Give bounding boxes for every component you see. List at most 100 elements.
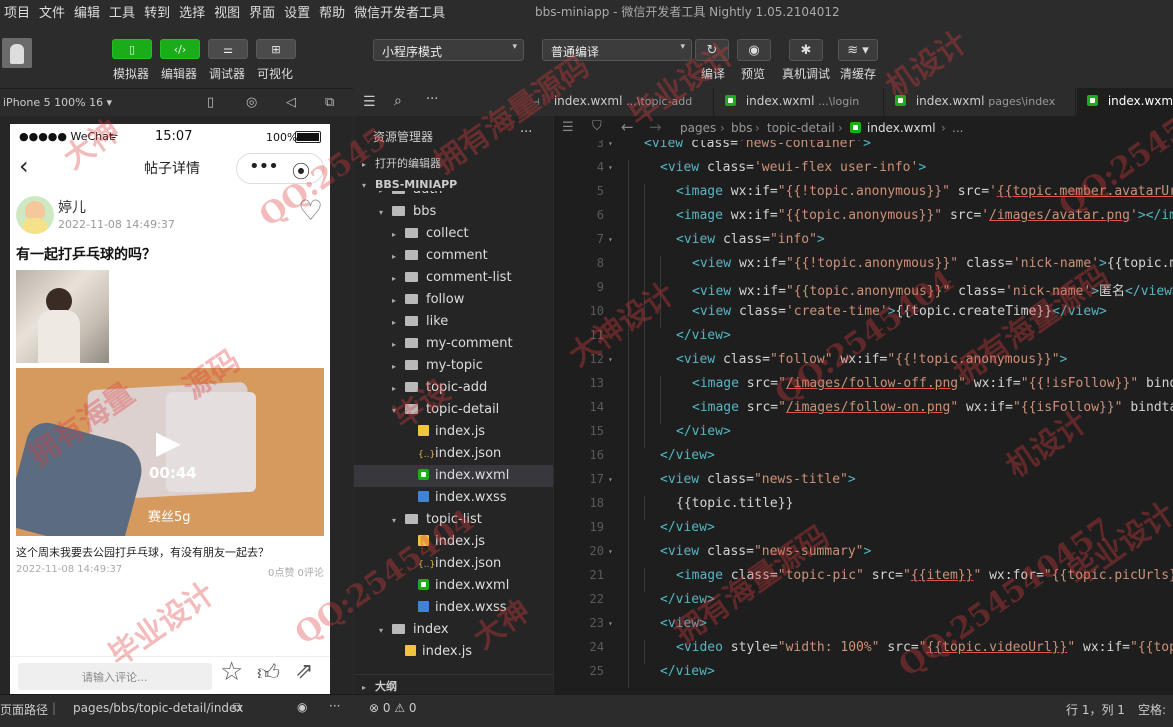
search-icon[interactable]: ⌕ <box>394 93 402 109</box>
forward-arrow-icon[interactable]: → <box>649 118 662 136</box>
code-area[interactable]: 3 ▾ <view class='news-container'> 4 ▾ <view c… <box>554 140 1173 694</box>
post-image[interactable] <box>16 270 109 363</box>
code-line[interactable]: <video style="width: 100%" src="{{topic.… <box>676 640 1173 655</box>
file-tree-item[interactable]: ▸ comment <box>354 245 553 267</box>
code-line[interactable]: </view> <box>676 328 731 343</box>
more-icon[interactable]: ··· <box>329 699 340 713</box>
code-line[interactable]: </view> <box>660 448 715 463</box>
more-icon[interactable]: ··· <box>426 92 438 107</box>
indent-setting[interactable]: 空格: <box>1138 701 1166 718</box>
device-select[interactable]: iPhone 5 100% 16 ▾ <box>3 96 112 109</box>
file-tree-item[interactable]: ▸ comment-list <box>354 267 553 289</box>
code-line[interactable]: <view class="news-title"> <box>660 472 856 487</box>
breadcrumb-file[interactable]: index.wxml <box>850 121 936 135</box>
close-mini-icon[interactable]: ⦿ <box>292 158 310 184</box>
debugger-button[interactable]: ⚌ <box>208 39 248 59</box>
code-line[interactable]: <view class="news-summary"> <box>660 544 871 559</box>
menu-tools[interactable]: 工具 <box>105 2 140 21</box>
eye-icon[interactable]: ◉ <box>297 700 307 714</box>
outline-section[interactable]: ▸ 大纲 <box>354 674 553 694</box>
list-icon[interactable]: ☰ <box>363 94 376 110</box>
code-line[interactable]: <view class='weui-flex user-info'> <box>660 160 926 175</box>
breadcrumb-topic-detail[interactable]: topic-detail <box>767 121 835 135</box>
code-line[interactable]: <image src="/images/follow-on.png" wx:if… <box>692 400 1173 415</box>
menu-goto[interactable]: 转到 <box>140 2 175 21</box>
menu-select[interactable]: 选择 <box>175 2 210 21</box>
problems-count[interactable]: ⊗ 0 ⚠ 0 <box>369 701 417 715</box>
code-line[interactable]: {{topic.title}} <box>676 496 793 511</box>
preview-button[interactable]: ◉ <box>737 39 771 61</box>
volume-icon[interactable]: ◁ <box>286 95 296 110</box>
file-tree-item[interactable]: {..}index.json <box>354 553 553 575</box>
file-tree-item[interactable]: ▸ follow <box>354 289 553 311</box>
code-line[interactable]: <view wx:if="{{!topic.anonymous}}" class… <box>692 256 1173 271</box>
file-tree-item[interactable]: ▾ topic-list <box>354 509 553 531</box>
code-line[interactable]: <image wx:if="{{topic.anonymous}}" src='… <box>676 208 1173 223</box>
file-tree-item[interactable]: ▸auth <box>354 191 553 201</box>
file-tree-item[interactable]: ▸ my-comment <box>354 333 553 355</box>
explorer-more-icon[interactable]: ··· <box>520 125 532 140</box>
back-icon[interactable]: ‹ <box>19 152 29 180</box>
code-line[interactable]: <image class="topic-pic" src="{{item}}" … <box>676 568 1173 583</box>
code-line[interactable]: <view wx:if="{{topic.anonymous}}" class=… <box>692 280 1173 299</box>
tab-pages-index[interactable]: index.wxml pages\index <box>885 88 1076 116</box>
copy-icon[interactable]: ⧉ <box>233 700 242 715</box>
tab-topic-detail[interactable]: index.wxml <box>1077 88 1173 116</box>
page-path[interactable]: pages/bbs/topic-detail/index <box>73 701 243 715</box>
file-tree-item[interactable]: index.wxml <box>354 465 553 487</box>
menu-wechat-devtools[interactable]: 微信开发者工具 <box>350 2 450 21</box>
code-line[interactable]: <image src="/images/follow-off.png" wx:i… <box>692 376 1173 391</box>
fold-chevron-icon[interactable]: ▾ <box>608 547 613 556</box>
file-tree-item[interactable]: ▸ collect <box>354 223 553 245</box>
list-icon[interactable]: ☰ <box>562 120 574 135</box>
back-arrow-icon[interactable]: ← <box>621 118 634 136</box>
code-line[interactable]: <view class='news-container'> <box>644 140 871 151</box>
menu-view[interactable]: 视图 <box>210 2 245 21</box>
mode-select[interactable]: 小程序模式 ▾ <box>373 39 524 61</box>
menu-project[interactable]: 项目 <box>0 2 35 21</box>
file-tree-item[interactable]: {..}index.json <box>354 443 553 465</box>
file-tree-item[interactable]: ▸ my-topic <box>354 355 553 377</box>
file-tree-item[interactable]: ▸ topic-add <box>354 377 553 399</box>
code-line[interactable]: <view> <box>660 616 707 631</box>
file-tree-item[interactable]: index.js <box>354 641 553 663</box>
code-line[interactable]: <view class='create-time'>{{topic.create… <box>692 304 1107 319</box>
open-editors-section[interactable]: ▸ 打开的编辑器 <box>354 152 553 172</box>
thumbs-up-icon[interactable]: 👍︎ <box>257 659 280 686</box>
file-tree-item[interactable]: index.js <box>354 421 553 443</box>
breadcrumb-bbs[interactable]: bbs <box>731 121 753 135</box>
fold-chevron-icon[interactable]: ▾ <box>608 475 613 484</box>
file-tree-item[interactable]: index.wxml <box>354 575 553 597</box>
code-line[interactable]: </view> <box>660 664 715 679</box>
file-tree-item[interactable]: ▸ like <box>354 311 553 333</box>
bookmark-icon[interactable]: ⛉ <box>592 119 602 134</box>
editor-button[interactable]: ‹/› <box>160 39 200 59</box>
menu-edit[interactable]: 编辑 <box>70 2 105 21</box>
star-icon[interactable]: ☆ <box>220 657 243 687</box>
breadcrumb-pages[interactable]: pages <box>680 121 716 135</box>
fold-chevron-icon[interactable]: ▾ <box>608 163 613 172</box>
video-player[interactable]: ▶ 00:44 赛丝5g <box>16 368 324 536</box>
code-line[interactable]: </view> <box>660 520 715 535</box>
fold-chevron-icon[interactable]: ▾ <box>608 140 613 148</box>
tab-topic-add[interactable]: ⫞ index.wxml ...\topic-add <box>524 88 714 116</box>
share-icon[interactable]: ⇗ <box>295 659 313 684</box>
tab-login[interactable]: index.wxml ...\login <box>715 88 884 116</box>
fold-chevron-icon[interactable]: ▾ <box>608 355 613 364</box>
file-tree-item[interactable]: ▾ bbs <box>354 201 553 223</box>
menu-interface[interactable]: 界面 <box>245 2 280 21</box>
play-icon[interactable]: ▶ <box>156 423 181 461</box>
visual-button[interactable]: ⊞ <box>256 39 296 59</box>
real-debug-button[interactable]: ✱ <box>789 39 823 61</box>
simulator-button[interactable]: ▯ <box>112 39 152 59</box>
fold-chevron-icon[interactable]: ▾ <box>608 619 613 628</box>
user-avatar[interactable] <box>2 38 32 68</box>
file-tree-item[interactable]: index.wxss <box>354 597 553 619</box>
menu-settings[interactable]: 设置 <box>280 2 315 21</box>
code-line[interactable]: </view> <box>660 592 715 607</box>
code-line[interactable]: <view class="follow" wx:if="{{!topic.ano… <box>676 352 1067 367</box>
code-line[interactable]: <image wx:if="{{!topic.anonymous}}" src=… <box>676 184 1173 199</box>
compile-mode-select[interactable]: 普通编译 ▾ <box>542 39 692 61</box>
cursor-position[interactable]: 行 1，列 1 <box>1066 701 1125 718</box>
code-line[interactable]: </view> <box>676 424 731 439</box>
